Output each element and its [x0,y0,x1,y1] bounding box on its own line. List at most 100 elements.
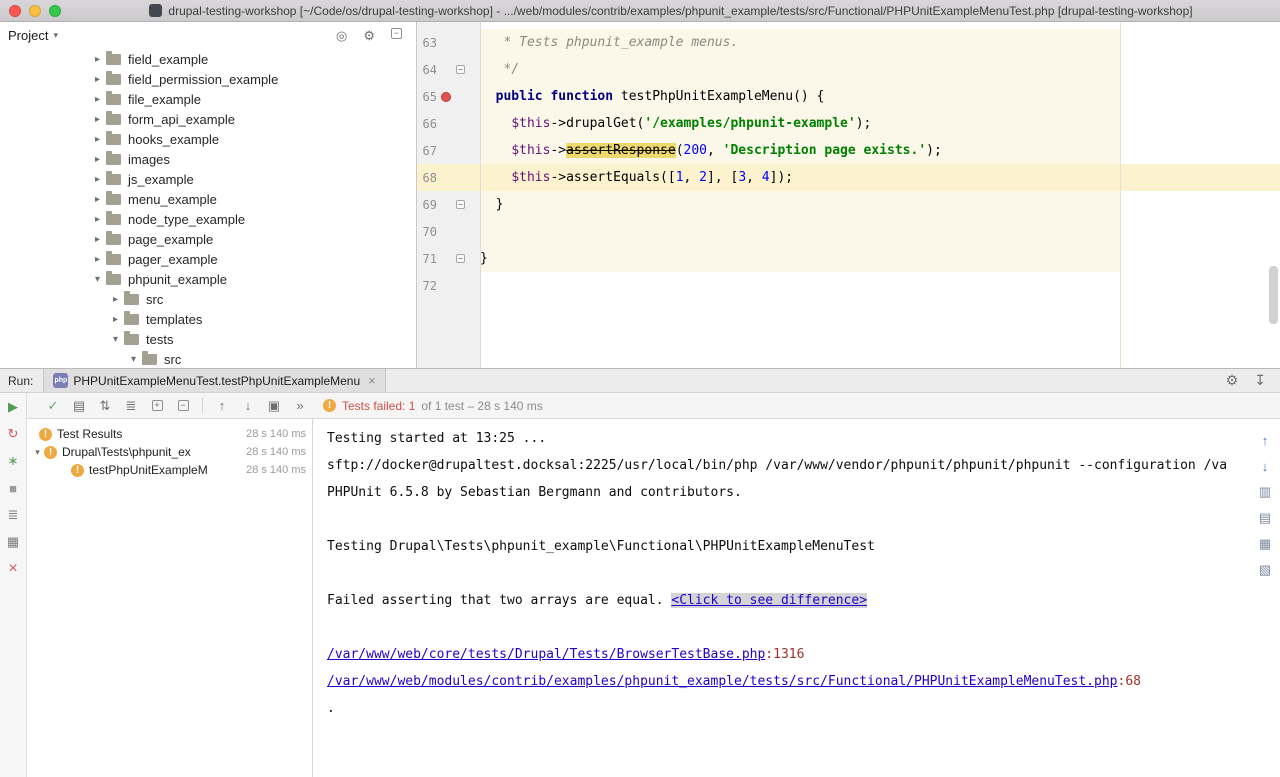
editor-line[interactable]: 71−} [417,245,1280,272]
project-tree-item[interactable]: ▸js_example [0,169,416,189]
tabbar-right-icons: ⚙↧ [1226,369,1280,392]
scroll-to-end-icon[interactable]: ↧ [1254,372,1266,389]
chevron-right-icon[interactable]: ▸ [92,114,103,125]
fold-icon[interactable]: − [456,200,465,209]
editor-rows: 63 * Tests phpunit_example menus.64− */6… [417,29,1280,299]
editor-line[interactable]: 68 $this->assertEquals([1, 2], [3, 4]); [417,164,1280,191]
editor-line[interactable]: 72 [417,272,1280,299]
stop-button[interactable]: ■ [4,479,22,497]
editor-line[interactable]: 70 [417,218,1280,245]
editor-line[interactable]: 65 public function testPhpUnitExampleMen… [417,83,1280,110]
code-line [480,218,1280,245]
export-results-button[interactable]: ▥ [1256,483,1274,501]
chevron-right-icon[interactable]: ▸ [92,94,103,105]
next-occurrence-button[interactable]: ↓ [235,393,261,418]
editor-scrollbar[interactable] [1269,266,1278,324]
rerun-button[interactable]: ▶ [4,398,22,416]
project-tool-tab[interactable]: Project [8,28,48,43]
settings-gear-icon[interactable]: ⚙ [1226,372,1239,389]
run-tab[interactable]: php PHPUnitExampleMenuTest.testPhpUnitEx… [43,369,385,392]
editor-line[interactable]: 66 $this->drupalGet('/examples/phpunit-e… [417,110,1280,137]
chevron-right-icon[interactable]: ▸ [110,314,121,325]
status-failed-text: Tests failed: 1 [342,399,415,413]
pin-tab-button[interactable]: ▦ [4,533,22,551]
project-tree-item[interactable]: ▸menu_example [0,189,416,209]
failed-test-gutter-icon[interactable] [441,92,451,102]
chevron-right-icon[interactable]: ▸ [92,194,103,205]
chevron-right-icon[interactable]: ▸ [110,294,121,305]
project-tree-item[interactable]: ▸page_example [0,229,416,249]
scroll-up-button[interactable]: ↑ [1256,431,1274,449]
test-tree-item[interactable]: !testPhpUnitExampleM28 s 140 ms [27,461,312,479]
project-tree-item[interactable]: ▾phpunit_example [0,269,416,289]
project-tree-item[interactable]: ▸images [0,149,416,169]
project-tree-item[interactable]: ▸hooks_example [0,129,416,149]
console-link[interactable]: <Click to see difference> [671,593,867,608]
editor[interactable]: 63 * Tests phpunit_example menus.64− */6… [417,22,1280,368]
fold-icon[interactable]: − [456,254,465,263]
scroll-from-source-icon[interactable]: ◎ [336,28,347,44]
chevron-down-icon[interactable]: ▾ [128,354,139,365]
previous-occurrence-button[interactable]: ↑ [209,393,235,418]
close-button[interactable]: × [4,560,22,578]
project-header-icons: ◎ ⚙ − [336,28,402,44]
chevron-down-icon[interactable]: ▾ [92,274,103,285]
minimize-window-button[interactable] [29,5,41,17]
console-link[interactable]: /var/www/web/modules/contrib/examples/ph… [327,674,1118,689]
project-tree-item[interactable]: ▸node_type_example [0,209,416,229]
console-text: :1316 [765,647,804,662]
chevron-right-icon[interactable]: ▸ [92,254,103,265]
project-tree-item[interactable]: ▸src [0,289,416,309]
chevron-down-icon[interactable]: ▾ [110,334,121,345]
project-tree-item[interactable]: ▾tests [0,329,416,349]
chevron-right-icon[interactable]: ▸ [92,214,103,225]
chevron-right-icon[interactable]: ▸ [92,234,103,245]
chevron-down-icon[interactable]: ▾ [53,30,58,41]
project-tree-item[interactable]: ▾src [0,349,416,368]
scroll-down-button[interactable]: ↓ [1256,457,1274,475]
chevron-right-icon[interactable]: ▸ [92,154,103,165]
project-tree-item[interactable]: ▸field_permission_example [0,69,416,89]
project-tree-item[interactable]: ▸form_api_example [0,109,416,129]
sort-by-duration-button[interactable]: ≣ [118,393,144,418]
chevron-down-icon[interactable]: ▾ [31,447,44,458]
rerun-failed-button[interactable]: ↻ [4,425,22,443]
forward-button[interactable]: » [287,393,313,418]
open-results-button[interactable]: ▣ [261,393,287,418]
close-window-button[interactable] [9,5,21,17]
close-tab-icon[interactable] [368,373,376,388]
chevron-right-icon[interactable]: ▸ [92,54,103,65]
project-tree-item[interactable]: ▸templates [0,309,416,329]
expand-all-button[interactable]: + [144,393,170,418]
hide-panel-icon[interactable]: − [391,28,402,39]
show-passed-button[interactable]: ✓ [40,393,66,418]
test-tree-item[interactable]: !Test Results28 s 140 ms [27,425,312,443]
print-button[interactable]: ▦ [1256,535,1274,553]
chevron-right-icon[interactable]: ▸ [92,174,103,185]
zoom-window-button[interactable] [49,5,61,17]
editor-line[interactable]: 63 * Tests phpunit_example menus. [417,29,1280,56]
fold-icon[interactable]: − [456,65,465,74]
open-in-editor-button[interactable]: ▤ [1256,509,1274,527]
console-line: sftp://docker@drupaltest.docksal:2225/us… [327,452,1250,479]
editor-line[interactable]: 67 $this->assertResponse(200, 'Descripti… [417,137,1280,164]
sort-alphabetically-button[interactable]: ⇅ [92,393,118,418]
test-tree-item[interactable]: ▾!Drupal\Tests\phpunit_ex28 s 140 ms [27,443,312,461]
collapse-all-button[interactable]: − [170,393,196,418]
console-output[interactable]: Testing started at 13:25 ...sftp://docke… [313,419,1250,777]
project-tree-item[interactable]: ▸pager_example [0,249,416,269]
show-console-button[interactable]: ▤ [66,393,92,418]
restore-layout-button[interactable]: ≣ [4,506,22,524]
console-link[interactable]: /var/www/web/core/tests/Drupal/Tests/Bro… [327,647,765,662]
editor-line[interactable]: 69− } [417,191,1280,218]
editor-line[interactable]: 64− */ [417,56,1280,83]
project-tree-item[interactable]: ▸field_example [0,49,416,69]
toggle-autotest-button[interactable]: ∗ [4,452,22,470]
editor-gutter: 64− [417,56,480,83]
project-tree-item[interactable]: ▸file_example [0,89,416,109]
chevron-right-icon[interactable]: ▸ [92,134,103,145]
chevron-right-icon[interactable]: ▸ [92,74,103,85]
settings-gear-icon[interactable]: ⚙ [363,28,375,44]
clear-button[interactable]: ▧ [1256,561,1274,579]
editor-gutter: 71− [417,245,480,272]
